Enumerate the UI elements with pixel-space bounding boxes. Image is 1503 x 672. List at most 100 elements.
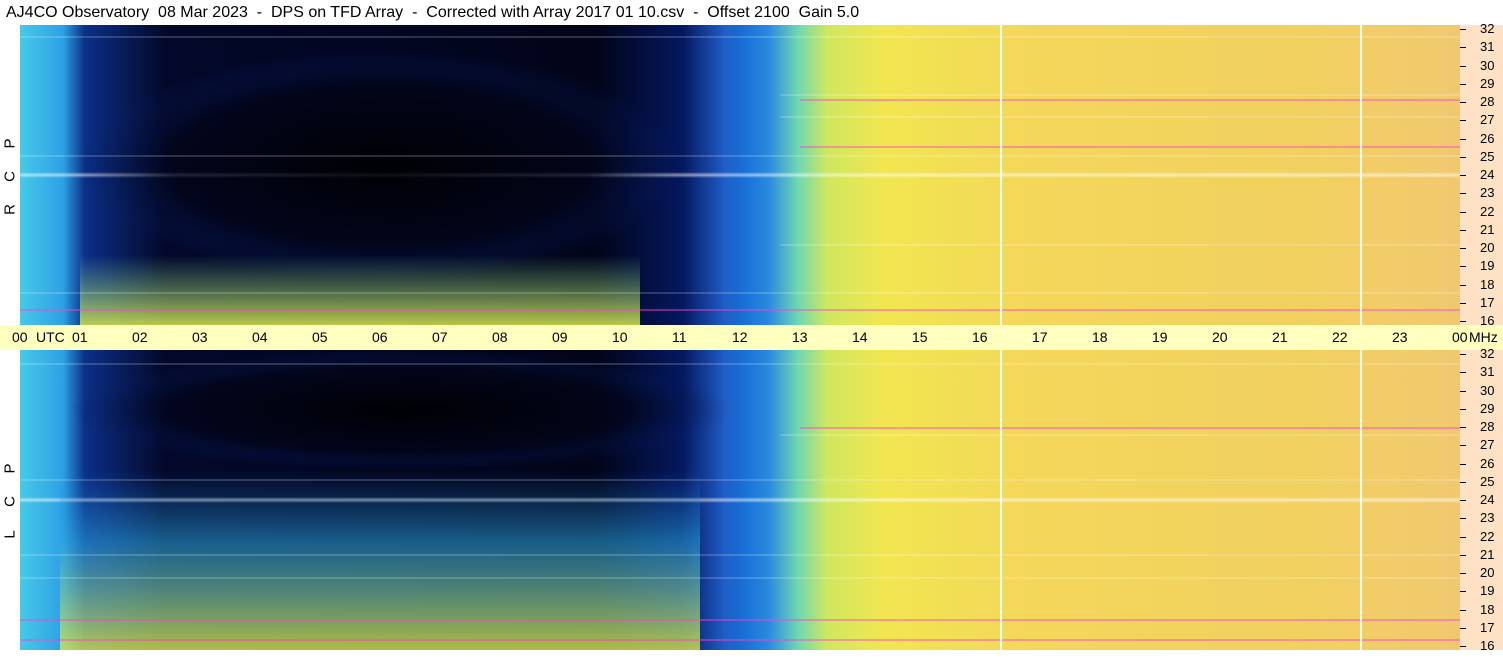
freq-tick [1460,628,1466,629]
freq-tick-label: 21 [1480,222,1495,237]
freq-tick-label: 23 [1480,185,1495,200]
freq-tick [1460,610,1466,611]
freq-tick-label: 30 [1480,383,1495,398]
freq-tick [1460,29,1466,30]
freq-tick-label: 25 [1480,474,1495,489]
freq-tick [1460,120,1466,121]
utc-tick-label: 02 [132,329,148,345]
freq-tick-label: 29 [1480,401,1495,416]
utc-tick-label: 17 [1032,329,1048,345]
freq-tick [1460,445,1466,446]
freq-tick [1460,482,1466,483]
freq-tick-label: 19 [1480,583,1495,598]
utc-tick-label: 08 [492,329,508,345]
freq-tick [1460,47,1466,48]
freq-tick [1460,66,1466,67]
freq-tick-label: 16 [1480,638,1495,653]
freq-tick-label: 24 [1480,167,1495,182]
utc-axis-label: UTC [36,329,65,345]
freq-tick [1460,102,1466,103]
rcp-side-label: P C R [0,25,20,325]
freq-tick-label: 32 [1480,346,1495,361]
freq-tick [1460,354,1466,355]
freq-tick [1460,248,1466,249]
freq-tick [1460,175,1466,176]
freq-tick [1460,518,1466,519]
marker-line [1360,25,1362,325]
freq-tick-label: 22 [1480,204,1495,219]
lcp-side-label: P C L [0,350,20,650]
freq-tick-label: 30 [1480,58,1495,73]
freq-tick [1460,212,1466,213]
freq-tick-label: 22 [1480,529,1495,544]
marker-line [1000,350,1002,650]
freq-tick-label: 28 [1480,419,1495,434]
lcp-spectrogram [20,350,1460,650]
polarization-letter: P [1,463,19,474]
utc-tick-label: 09 [552,329,568,345]
freq-tick [1460,646,1466,647]
lcp-texture [20,350,1460,650]
lcp-frequency-axis: 32 31 30 29 28 27 26 25 24 23 22 21 20 19 18 17 16 [1460,346,1503,653]
freq-tick-label: 17 [1480,620,1495,635]
freq-tick [1460,573,1466,574]
freq-tick-label: 28 [1480,94,1495,109]
freq-tick [1460,464,1466,465]
freq-tick-label: 31 [1480,364,1495,379]
freq-tick [1460,230,1466,231]
freq-tick-label: 29 [1480,76,1495,91]
freq-tick-label: 26 [1480,131,1495,146]
freq-tick-label: 19 [1480,258,1495,273]
mhz-axis-label: MHz [1469,329,1498,345]
freq-tick [1460,321,1466,322]
freq-tick-label: 21 [1480,547,1495,562]
freq-tick [1460,285,1466,286]
freq-tick-label: 31 [1480,39,1495,54]
freq-tick [1460,84,1466,85]
freq-tick-label: 27 [1480,112,1495,127]
utc-tick-label: 19 [1152,329,1168,345]
freq-tick-label: 16 [1480,313,1495,328]
freq-tick-label: 25 [1480,149,1495,164]
utc-tick-label: 12 [732,329,748,345]
freq-tick-label: 26 [1480,456,1495,471]
rcp-frequency-axis: 32 31 30 29 28 27 26 25 24 23 22 21 20 19 18 17 16 [1460,22,1503,328]
freq-tick [1460,537,1466,538]
utc-tick-label: 11 [672,329,687,345]
polarization-letter: L [1,530,19,539]
utc-tick-label: 00 [12,329,28,345]
freq-tick [1460,409,1466,410]
marker-line [1360,350,1362,650]
utc-tick-label: 18 [1092,329,1108,345]
utc-tick-label: 01 [72,329,88,345]
rcp-texture [20,36,1460,325]
utc-tick-label: 10 [612,329,628,345]
utc-tick-label: 14 [852,329,868,345]
marker-line [1000,25,1002,325]
utc-tick-label: 00 [1452,329,1468,345]
freq-tick-label: 18 [1480,602,1495,617]
freq-tick-label: 27 [1480,437,1495,452]
freq-tick-label: 20 [1480,565,1495,580]
freq-tick [1460,303,1466,304]
freq-tick-label: 24 [1480,492,1495,507]
polarization-letter: P [1,138,19,149]
utc-tick-label: 07 [432,329,448,345]
freq-tick [1460,266,1466,267]
utc-tick-label: 20 [1212,329,1228,345]
polarization-letter: C [1,171,19,182]
utc-tick-label: 04 [252,329,268,345]
utc-tick-label: 15 [912,329,928,345]
polarization-letter: R [1,204,19,215]
freq-tick [1460,555,1466,556]
utc-tick-label: 13 [792,329,808,345]
freq-tick [1460,427,1466,428]
polarization-letter: C [1,496,19,507]
freq-tick [1460,391,1466,392]
utc-time-axis: 00 01 02 03 04 05 06 07 08 09 10 11 12 13 14 15 16 17 18 19… [0,325,1503,350]
page-title: AJ4CO Observatory 08 Mar 2023 - DPS on T… [6,4,860,21]
freq-tick-label: 20 [1480,240,1495,255]
utc-tick-label: 23 [1392,329,1408,345]
utc-tick-label: 03 [192,329,208,345]
utc-tick-label: 16 [972,329,988,345]
